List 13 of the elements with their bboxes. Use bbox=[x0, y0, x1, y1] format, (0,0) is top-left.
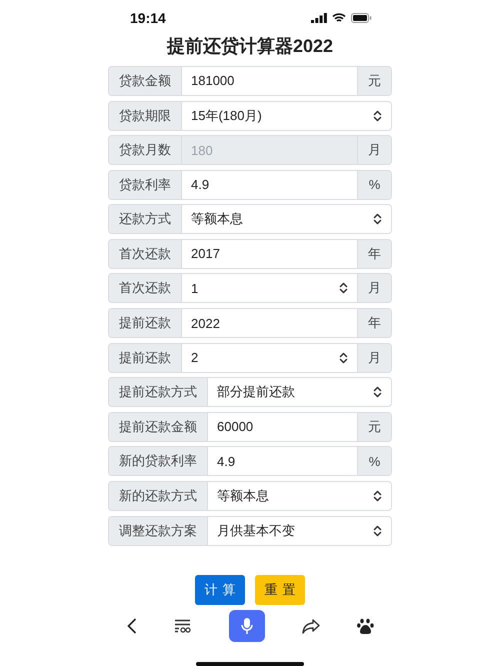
wifi-icon bbox=[332, 12, 346, 23]
paw-icon[interactable] bbox=[357, 618, 374, 635]
signal-icon bbox=[311, 12, 327, 23]
reset-button[interactable]: 重置 bbox=[255, 574, 305, 605]
microphone-icon bbox=[240, 617, 252, 636]
status-time: 19:14 bbox=[130, 10, 166, 26]
share-icon[interactable] bbox=[302, 618, 320, 634]
battery-icon bbox=[351, 12, 372, 23]
page-title: 提前还贷计算器2022 bbox=[166, 35, 334, 58]
voice-button[interactable] bbox=[228, 610, 264, 642]
list-icon[interactable] bbox=[174, 619, 192, 634]
calculate-button[interactable]: 计算 bbox=[195, 574, 245, 605]
back-icon[interactable] bbox=[127, 618, 137, 634]
